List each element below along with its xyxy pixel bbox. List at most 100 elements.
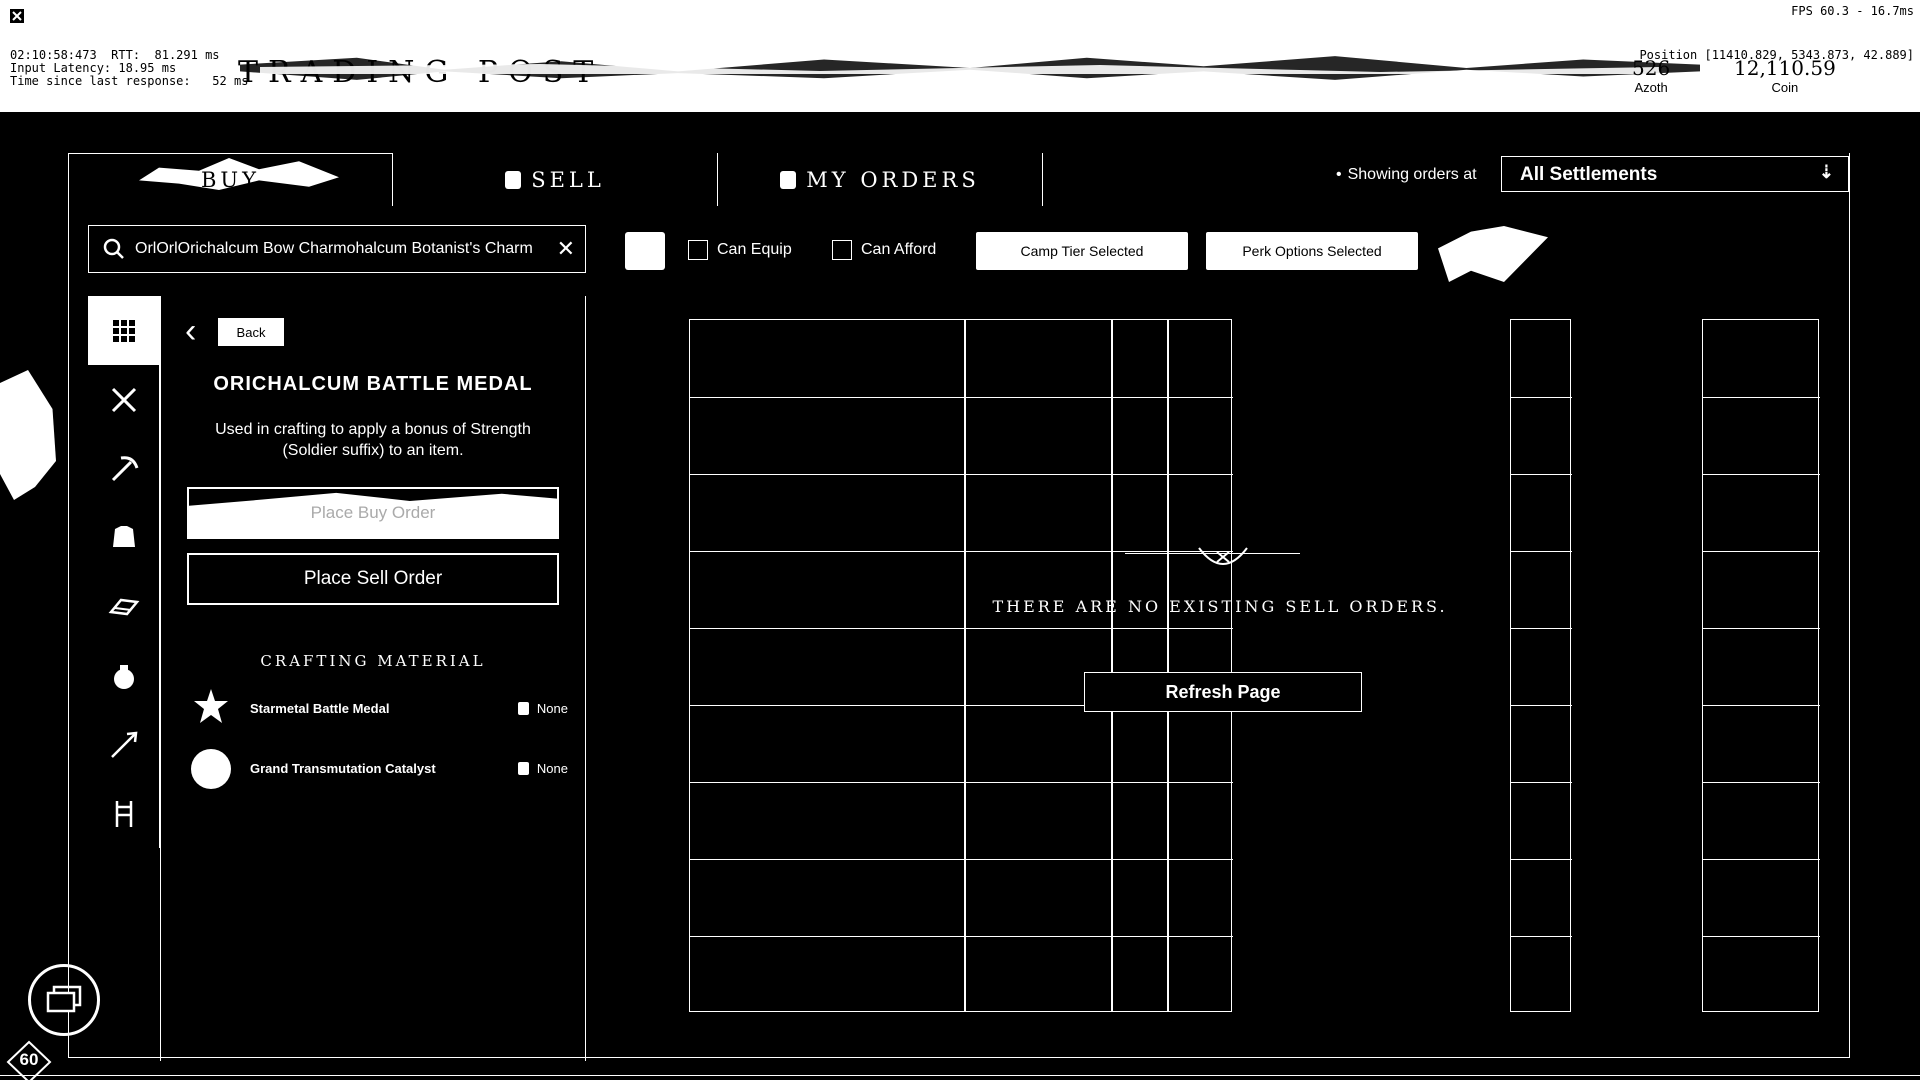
orders-row-divider [690, 936, 966, 937]
orders-row-divider [690, 397, 966, 398]
material-owned-value: None [536, 760, 568, 776]
category-all-items[interactable] [88, 296, 160, 365]
orders-row-divider [1511, 936, 1572, 937]
category-armor[interactable] [88, 503, 160, 572]
orders-column [1112, 319, 1169, 1012]
back-button[interactable]: Back [218, 318, 284, 346]
orders-row-divider [1703, 705, 1820, 706]
debug-time-rtt: 02:10:58:473 RTT: 81.291 ms [10, 48, 220, 62]
chevron-down-icon: ⇣ [1818, 162, 1834, 182]
can-equip-box[interactable] [688, 240, 708, 260]
pickaxe-icon [111, 455, 139, 481]
category-sidebar [88, 296, 160, 848]
item-description: Used in crafting to apply a bonus of Str… [215, 421, 531, 459]
orders-row-divider [1703, 859, 1820, 860]
tab-orders-label: MY ORDERS [806, 167, 980, 192]
tab-my-orders[interactable]: MY ORDERS [718, 153, 1043, 206]
coin-label: Coin [1771, 80, 1799, 95]
category-ammunition[interactable] [88, 710, 160, 779]
material-name: Grand Transmutation Catalyst [250, 760, 436, 776]
tab-sell-label: SELL [531, 167, 605, 192]
orders-row-divider [1703, 628, 1820, 629]
back-arrow-icon[interactable]: ‹ [185, 314, 196, 348]
item-search: ✕ [88, 225, 586, 273]
chat-icon [46, 985, 82, 1013]
empty-orders-message: THERE ARE NO EXISTING SELL ORDERS. [992, 597, 1448, 616]
debug-fps: FPS 60.3 - 16.7ms [1791, 4, 1914, 18]
category-weapons[interactable] [88, 365, 160, 434]
inventory-icon [517, 701, 529, 715]
category-furniture[interactable] [88, 779, 160, 848]
crossed-swords-icon [111, 387, 137, 412]
orders-row-divider [1511, 628, 1572, 629]
place-buy-order-button[interactable]: Place Buy Order [187, 487, 559, 539]
debug-stats: 02:10:58:473 RTT: 81.291 ms Input Latenc… [10, 49, 248, 88]
pouch-icon [114, 664, 134, 689]
tab-sell[interactable]: SELL [393, 153, 718, 206]
orders-row-divider [1703, 474, 1820, 475]
debug-last-response: Time since last response: 52 ms [10, 74, 249, 88]
can-afford-label: Can Afford [861, 241, 937, 258]
orders-row-divider [1511, 705, 1572, 706]
camp-tier-filter[interactable]: Camp Tier Selected [976, 232, 1188, 270]
orders-row-divider [1169, 397, 1233, 398]
clear-search-icon[interactable]: ✕ [557, 236, 575, 262]
rarity-filter-button[interactable] [625, 232, 665, 270]
clipboard-icon [780, 170, 797, 189]
settlement-dropdown[interactable]: All Settlements ⇣ [1501, 156, 1849, 192]
orders-row-divider [690, 551, 966, 552]
orders-row-divider [1169, 936, 1233, 937]
can-afford-box[interactable] [832, 240, 852, 260]
orders-row-divider [966, 859, 1113, 860]
orders-row-divider [1113, 859, 1169, 860]
orders-row-divider [1703, 397, 1820, 398]
search-input[interactable] [135, 226, 545, 272]
orders-row-divider [690, 859, 966, 860]
armor-icon [113, 525, 135, 547]
inventory-icon [517, 761, 529, 775]
tab-buy[interactable]: BUY [68, 153, 393, 206]
category-consumables[interactable] [88, 641, 160, 710]
orders-row-divider [966, 628, 1113, 629]
orders-column [689, 319, 966, 1012]
orders-row-divider [1169, 628, 1233, 629]
player-level-badge: 60 [6, 1040, 52, 1080]
chat-button[interactable] [28, 964, 100, 1036]
orders-row-divider [1511, 551, 1572, 552]
material-row[interactable]: Starmetal Battle Medal None [188, 683, 568, 733]
arrow-icon [111, 731, 138, 758]
place-buy-order-label: Place Buy Order [310, 503, 436, 522]
orders-row-divider [690, 782, 966, 783]
grid-icon [113, 319, 135, 342]
orders-row-divider [1511, 474, 1572, 475]
category-resources[interactable] [88, 572, 160, 641]
orders-row-divider [966, 551, 1113, 552]
material-row[interactable]: Grand Transmutation Catalyst None [188, 743, 568, 793]
refresh-page-button[interactable]: Refresh Page [1084, 672, 1362, 712]
orders-row-divider [1169, 859, 1233, 860]
azoth-counter: 526 Azoth [1632, 56, 1670, 95]
material-owned-value: None [536, 700, 568, 716]
item-name: ORICHALCUM BATTLE MEDAL [213, 373, 533, 395]
perk-options-filter[interactable]: Perk Options Selected [1206, 232, 1418, 270]
screen-artifact [0, 370, 56, 500]
material-owned: None [517, 760, 568, 776]
can-afford-checkbox[interactable]: Can Afford [832, 240, 936, 260]
coin-value: 12,110.59 [1734, 56, 1836, 80]
bottom-border [0, 1075, 1920, 1076]
player-level: 60 [19, 1050, 39, 1069]
orders-row-divider [1169, 474, 1233, 475]
can-equip-checkbox[interactable]: Can Equip [688, 240, 792, 260]
orders-row-divider [1511, 782, 1572, 783]
place-sell-order-button[interactable]: Place Sell Order [187, 553, 559, 605]
orders-row-divider [1511, 397, 1572, 398]
section-title: CRAFTING MATERIAL [260, 652, 486, 670]
orders-column [1510, 319, 1572, 1012]
material-owned: None [517, 700, 568, 716]
category-tools[interactable] [88, 434, 160, 503]
app-icon [10, 9, 24, 23]
orders-row-divider [690, 628, 966, 629]
orders-row-divider [1511, 859, 1572, 860]
azoth-value: 526 [1632, 56, 1671, 80]
orders-row-divider [966, 397, 1113, 398]
